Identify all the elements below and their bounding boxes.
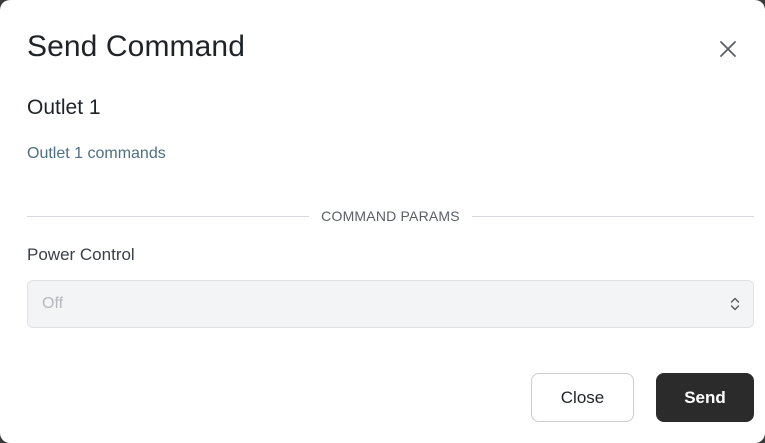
chevron-up-down-icon bbox=[729, 296, 741, 312]
select-value: Off bbox=[42, 295, 64, 312]
divider-line-left bbox=[27, 215, 310, 217]
section-label: COMMAND PARAMS bbox=[321, 208, 460, 224]
close-button[interactable]: Close bbox=[531, 373, 634, 422]
section-divider: COMMAND PARAMS bbox=[27, 206, 755, 226]
send-button[interactable]: Send bbox=[656, 373, 754, 422]
send-command-dialog: Send Command Outlet 1 Outlet 1 commands … bbox=[0, 0, 765, 443]
power-control-select[interactable]: Off bbox=[27, 280, 754, 328]
dialog-title: Send Command bbox=[27, 30, 245, 63]
dialog-subtitle: Outlet 1 bbox=[27, 96, 101, 119]
close-icon[interactable] bbox=[717, 38, 739, 60]
power-control-label: Power Control bbox=[27, 245, 135, 264]
dialog-description: Outlet 1 commands bbox=[27, 145, 166, 162]
divider-line-right bbox=[471, 215, 755, 217]
